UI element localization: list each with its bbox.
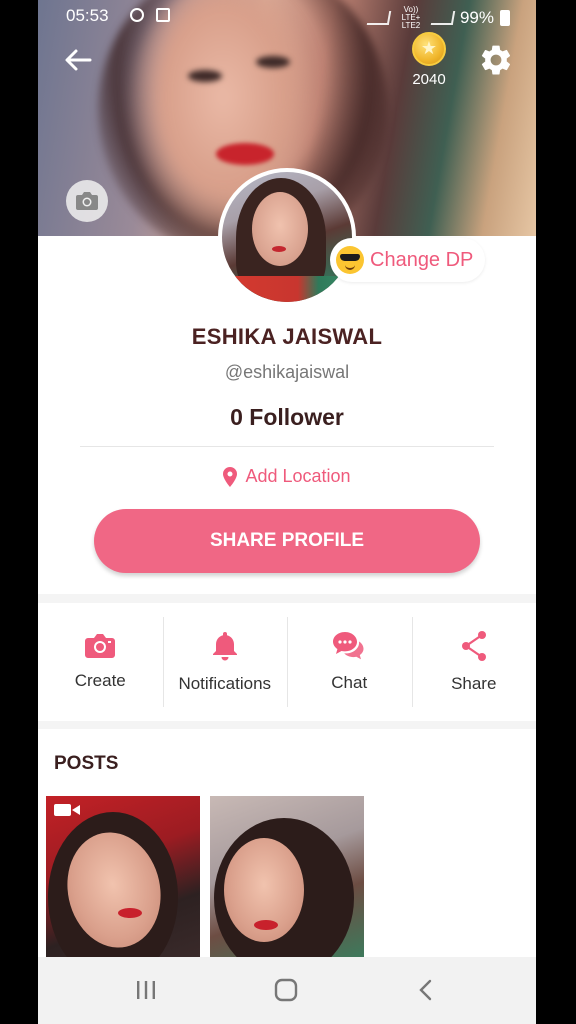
back-nav-icon[interactable] <box>406 975 446 1005</box>
sunglasses-emoji-icon <box>336 246 364 274</box>
cell-signal-icon <box>430 11 456 25</box>
camera-icon <box>76 192 98 210</box>
video-camera-icon <box>54 804 80 816</box>
avatar[interactable] <box>218 168 356 306</box>
notifications-label: Notifications <box>178 674 272 693</box>
calendar-icon <box>156 8 170 22</box>
add-location-link[interactable]: Add Location <box>38 466 536 487</box>
chat-bubbles-icon <box>333 632 364 660</box>
status-bar: 05:53 Vo)) LTE+ LTE2 99% <box>38 0 536 32</box>
change-dp-label: Change DP <box>370 248 474 271</box>
system-nav-bar <box>38 957 536 1024</box>
share-icon <box>461 631 486 661</box>
battery-level: 99% <box>459 8 494 27</box>
divider <box>80 446 494 447</box>
follower-count[interactable]: 0 Follower <box>38 404 536 431</box>
battery-icon <box>500 10 510 26</box>
notifications-button[interactable]: Notifications <box>162 603 288 721</box>
create-button[interactable]: Create <box>38 603 163 721</box>
share-button[interactable]: Share <box>411 603 537 721</box>
location-pin-icon <box>223 466 238 487</box>
back-arrow-icon[interactable] <box>62 44 94 76</box>
sync-icon <box>130 8 144 22</box>
chat-label: Chat <box>331 673 368 692</box>
bell-icon <box>212 632 237 661</box>
recent-apps-icon[interactable] <box>126 975 166 1005</box>
share-label: Share <box>451 674 497 693</box>
coin-count: 2040 <box>412 71 446 88</box>
post-thumbnail[interactable] <box>210 796 364 958</box>
change-dp-button[interactable]: Change DP <box>330 238 486 282</box>
gear-icon[interactable] <box>478 42 514 78</box>
status-time: 05:53 <box>66 6 109 25</box>
add-location-label: Add Location <box>245 466 351 486</box>
coin-icon[interactable]: ★ <box>412 32 446 66</box>
post-thumbnail[interactable] <box>46 796 200 958</box>
wifi-signal-icon <box>366 11 392 25</box>
chat-button[interactable]: Chat <box>287 603 412 721</box>
app-screen: 05:53 Vo)) LTE+ LTE2 99% ★ 2040 Change D… <box>38 0 536 1024</box>
profile-name: ESHIKA JAISWAL <box>191 324 383 349</box>
posts-title: POSTS <box>54 753 119 774</box>
profile-handle: @eshikajaiswal <box>224 362 350 382</box>
home-icon[interactable] <box>266 975 306 1005</box>
create-label: Create <box>74 671 126 690</box>
change-cover-button[interactable] <box>66 180 108 222</box>
camera-icon <box>85 634 116 658</box>
posts-section: POSTS <box>38 729 536 958</box>
share-profile-button[interactable]: SHARE PROFILE <box>94 509 480 573</box>
carrier-label: Vo)) LTE+ LTE2 <box>401 5 421 30</box>
action-bar: Create Notifications Chat Share <box>38 603 536 721</box>
